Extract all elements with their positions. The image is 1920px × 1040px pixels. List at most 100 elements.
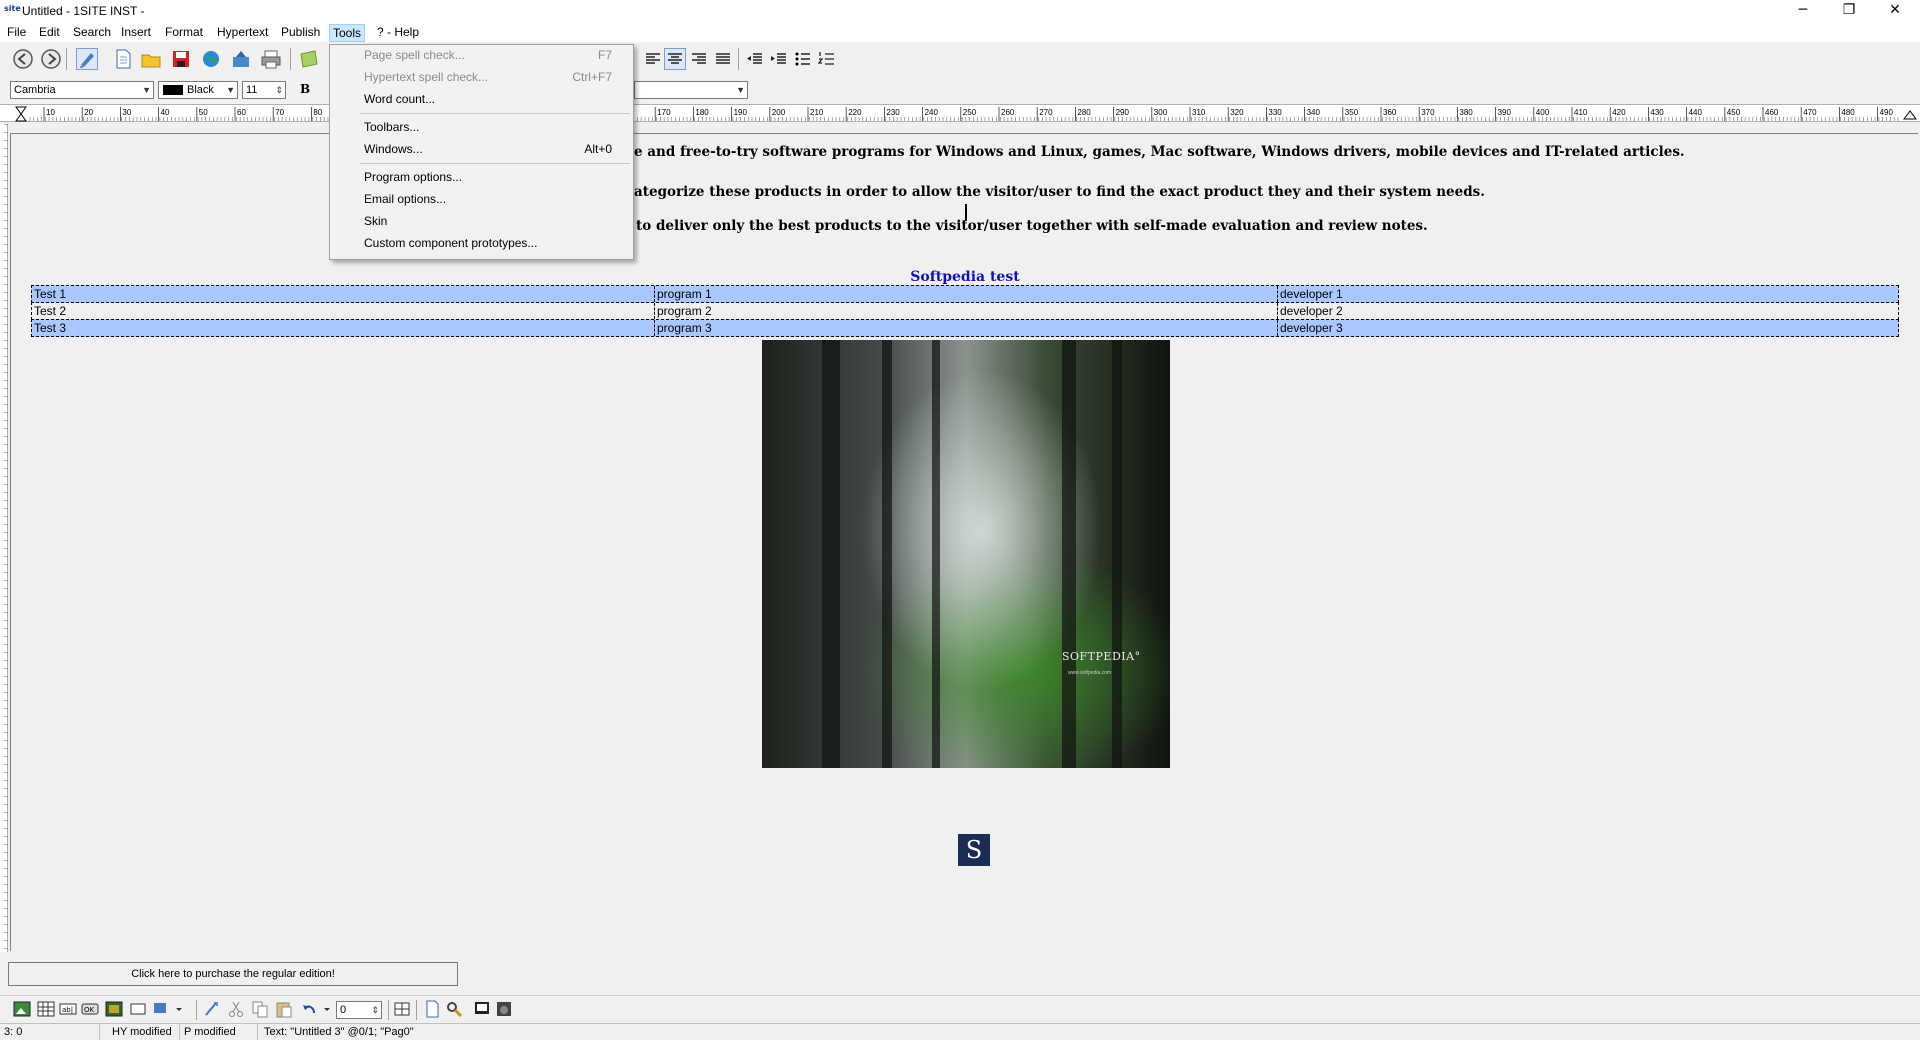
menu-publish[interactable]: Publish (278, 24, 323, 42)
preview-icon[interactable] (472, 999, 494, 1021)
save-icon[interactable] (170, 48, 192, 70)
menu-custom-component-prototypes[interactable]: Custom component prototypes... (331, 233, 632, 253)
ruler-label: 320 (1230, 108, 1244, 117)
table-cell[interactable]: program 2 (654, 303, 1277, 319)
ruler-label: 70 (275, 108, 284, 117)
table-cell[interactable]: Test 1 (32, 286, 654, 302)
menu-windows[interactable]: Windows... Alt+0 (331, 139, 632, 159)
menu-toolbars[interactable]: Toolbars... (331, 117, 632, 137)
ruler-label: 350 (1345, 108, 1359, 117)
publish-icon[interactable] (230, 48, 252, 70)
menu-email-options[interactable]: Email options... (331, 189, 632, 209)
menu-insert[interactable]: Insert (118, 24, 154, 42)
table-cell[interactable]: developer 3 (1277, 320, 1898, 336)
bottom-toolbar: ab| OK 0 ⇕ (0, 995, 1920, 1023)
menu-file[interactable]: File (4, 24, 29, 42)
numbered-list-icon[interactable] (816, 48, 838, 70)
table-cell[interactable]: Test 3 (32, 320, 654, 336)
vertical-ruler (0, 124, 8, 952)
ruler-ticks: 1020304050607080901001101201301401501601… (15, 106, 1917, 122)
ruler-label: 420 (1612, 108, 1626, 117)
style-select[interactable]: ▼ (634, 81, 748, 99)
globe-icon[interactable] (200, 48, 222, 70)
ruler-label: 290 (1116, 108, 1130, 117)
close-button[interactable]: ✕ (1872, 0, 1918, 22)
outdent-icon[interactable] (744, 48, 766, 70)
document-editor[interactable]: e and free-to-try software programs for … (10, 133, 1918, 951)
data-table[interactable]: Test 1 program 1 developer 1 Test 2 prog… (31, 285, 1899, 337)
text-caret (965, 204, 967, 221)
spinner-arrows-icon: ⇕ (275, 85, 283, 95)
insert-frame-icon[interactable] (128, 999, 150, 1021)
zoom-spinner[interactable]: 0 ⇕ (336, 1001, 382, 1019)
link-icon[interactable] (202, 999, 224, 1021)
softpedia-logo[interactable]: S (958, 834, 990, 866)
purchase-button[interactable]: Click here to purchase the regular editi… (8, 962, 458, 986)
ruler-label: 260 (1001, 108, 1015, 117)
ruler-label: 300 (1154, 108, 1168, 117)
insert-media-icon[interactable] (104, 999, 126, 1021)
table-cell[interactable]: program 3 (654, 320, 1277, 336)
indent-icon[interactable] (768, 48, 790, 70)
justify-icon[interactable] (712, 48, 734, 70)
back-icon[interactable] (12, 48, 34, 70)
table-cell[interactable]: program 1 (654, 286, 1277, 302)
insert-image-icon[interactable] (12, 999, 34, 1021)
table-row[interactable]: Test 3 program 3 developer 3 (31, 319, 1899, 337)
menu-hypertext[interactable]: Hypertext (214, 24, 271, 42)
undo-dropdown[interactable] (300, 999, 332, 1021)
table-cell[interactable]: developer 1 (1277, 286, 1898, 302)
paste-icon[interactable] (274, 999, 296, 1021)
menu-edit[interactable]: Edit (36, 24, 63, 42)
copy-icon[interactable] (250, 999, 272, 1021)
align-center-icon[interactable] (664, 48, 686, 70)
insert-button-icon[interactable]: OK (80, 999, 102, 1021)
ruler-label: 40 (161, 108, 170, 117)
align-left-icon[interactable] (642, 48, 664, 70)
menu-skin[interactable]: Skin (331, 211, 632, 231)
chevron-down-icon: ▼ (142, 85, 151, 95)
spinner-arrows-icon: ⇕ (371, 1005, 379, 1015)
color-select[interactable]: Black ▼ (158, 81, 238, 99)
menu-help[interactable]: ? - Help (374, 24, 422, 42)
grid-icon[interactable] (392, 999, 414, 1021)
bullet-list-icon[interactable] (792, 48, 814, 70)
font-select[interactable]: Cambria ▼ (10, 81, 154, 99)
menu-word-count[interactable]: Word count... (331, 89, 632, 109)
ruler-label: 250 (963, 108, 977, 117)
ruler-label: 210 (810, 108, 824, 117)
page-icon[interactable] (422, 999, 444, 1021)
table-cell[interactable]: developer 2 (1277, 303, 1898, 319)
insert-textfield-icon[interactable]: ab| (58, 999, 80, 1021)
ruler-label: 20 (84, 108, 93, 117)
menu-program-options[interactable]: Program options... (331, 167, 632, 187)
cut-icon[interactable] (226, 999, 248, 1021)
forest-image[interactable]: SOFTPEDIA° www.softpedia.com (762, 340, 1170, 768)
ruler-label: 240 (925, 108, 939, 117)
restore-button[interactable]: ❐ (1826, 0, 1872, 22)
debug-icon[interactable] (494, 999, 516, 1021)
new-page-icon[interactable] (112, 48, 134, 70)
insert-component-dropdown[interactable] (152, 999, 184, 1021)
note-icon[interactable] (298, 48, 320, 70)
menu-page-spell-check[interactable]: Page spell check... F7 (331, 45, 632, 65)
menu-hypertext-spell-check[interactable]: Hypertext spell check... Ctrl+F7 (331, 67, 632, 87)
print-icon[interactable] (260, 48, 282, 70)
horizontal-ruler[interactable]: 1020304050607080901001101201301401501601… (0, 104, 1920, 122)
table-cell[interactable]: Test 2 (32, 303, 654, 319)
menu-format[interactable]: Format (162, 24, 206, 42)
find-icon[interactable] (444, 999, 466, 1021)
size-spinner[interactable]: 11 ⇕ (242, 81, 286, 99)
insert-table-icon[interactable] (36, 999, 58, 1021)
svg-text:OK: OK (84, 1006, 95, 1014)
minimize-button[interactable]: ─ (1780, 0, 1826, 22)
table-row[interactable]: Test 2 program 2 developer 2 (31, 302, 1899, 320)
open-folder-icon[interactable] (140, 48, 162, 70)
align-right-icon[interactable] (688, 48, 710, 70)
edit-pen-icon[interactable] (76, 48, 98, 70)
menu-search[interactable]: Search (70, 24, 114, 42)
menu-tools[interactable]: Tools (329, 24, 366, 42)
bold-button[interactable]: B (300, 82, 310, 96)
forward-icon[interactable] (40, 48, 62, 70)
table-row[interactable]: Test 1 program 1 developer 1 (31, 285, 1899, 303)
